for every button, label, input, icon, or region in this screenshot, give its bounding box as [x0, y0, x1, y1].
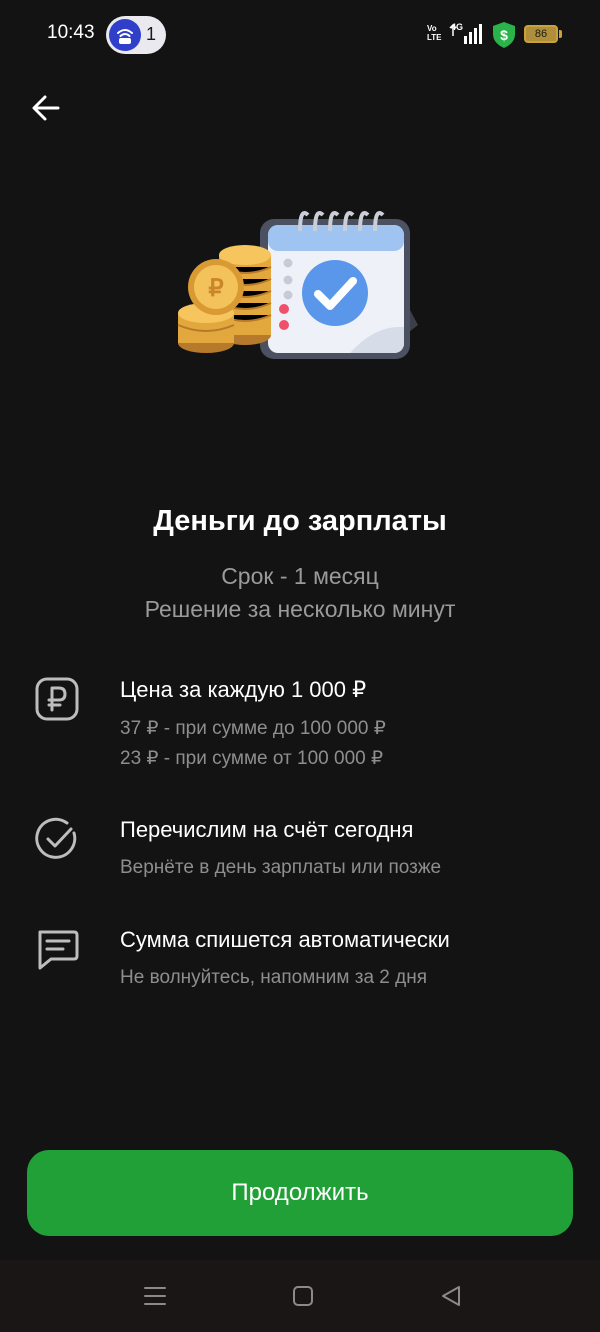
battery-tip: [559, 30, 562, 38]
arrow-left-icon: [32, 95, 60, 121]
volte-indicator: Vo LTE: [427, 24, 442, 42]
continue-button[interactable]: Продолжить: [27, 1150, 573, 1236]
back-triangle-icon[interactable]: [437, 1282, 465, 1310]
battery-indicator: 86: [524, 25, 558, 43]
status-bar: 10:43 1 Vo LTE 4G $ 86: [0, 0, 600, 68]
svg-text:₽: ₽: [208, 275, 223, 302]
feature-text: Не волнуйтесь, напомним за 2 дня: [120, 967, 427, 988]
subtitle-term: Срок - 1 месяц: [221, 563, 379, 589]
page-title: Деньги до зарплаты: [153, 505, 447, 537]
subtitle-decision: Решение за несколько минут: [144, 596, 456, 622]
battery-level: 86: [534, 28, 548, 40]
signal-strength-icon: [449, 24, 482, 44]
feature-text: Вернёте в день зарплаты или позже: [120, 857, 442, 878]
svg-text:$: $: [500, 27, 508, 43]
feature-title: Перечислим на счёт сегодня: [120, 817, 414, 842]
vpn-count: 1: [146, 24, 157, 44]
ruble-icon: [35, 677, 79, 721]
feature-title: Цена за каждую 1 000 ₽: [120, 677, 367, 702]
feature-text: 23 ₽ - при сумме от 100 000 ₽: [120, 748, 384, 769]
vpn-indicator[interactable]: 1: [106, 16, 166, 54]
vpn-icon: [109, 19, 141, 51]
message-icon: [38, 930, 79, 970]
status-time: 10:43: [47, 22, 95, 43]
check-circle-icon: [35, 817, 77, 859]
menu-icon[interactable]: [141, 1282, 169, 1310]
feature-title: Сумма спишется автоматически: [120, 927, 450, 952]
hero-illustration: ₽: [177, 211, 418, 359]
back-button[interactable]: [27, 88, 67, 128]
home-icon[interactable]: [289, 1282, 317, 1310]
system-nav-bar: [0, 1260, 600, 1332]
feature-text: 37 ₽ - при сумме до 100 000 ₽: [120, 718, 386, 739]
security-shield-icon: $: [493, 22, 515, 48]
